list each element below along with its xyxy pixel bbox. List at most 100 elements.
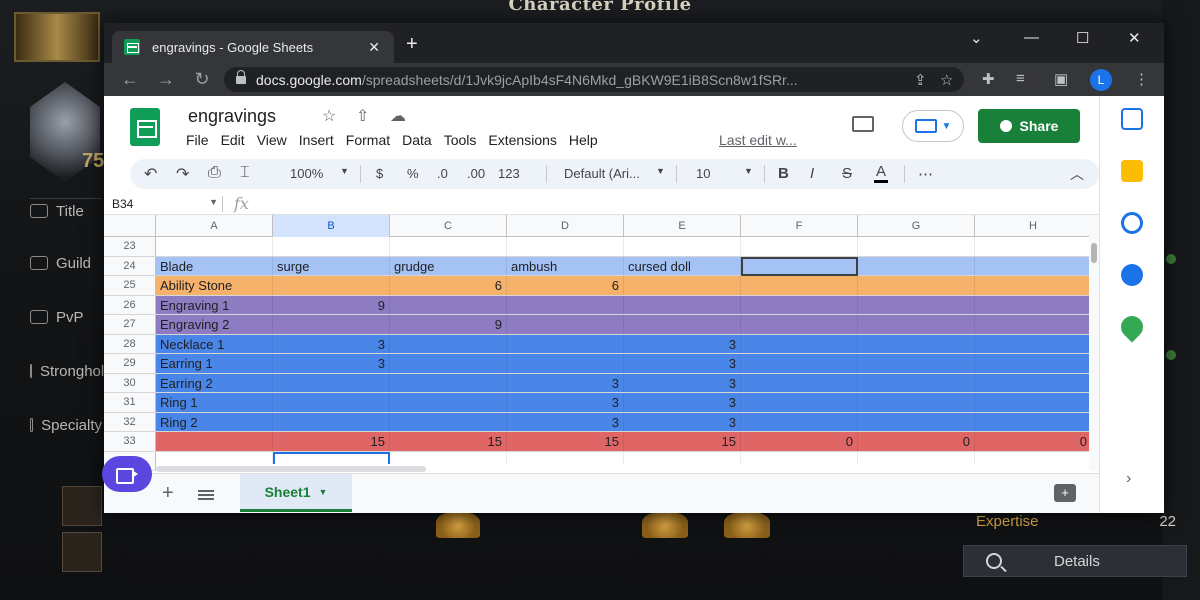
more-menu-icon[interactable]: ⋮ bbox=[1134, 70, 1149, 88]
game-slot[interactable] bbox=[62, 532, 102, 572]
star-icon[interactable]: ☆ bbox=[322, 106, 336, 126]
font-select[interactable]: Default (Ari... bbox=[564, 166, 640, 181]
cell[interactable] bbox=[975, 315, 1089, 334]
cell[interactable]: Engraving 2 bbox=[156, 315, 273, 334]
menu-extensions[interactable]: Extensions bbox=[488, 132, 556, 148]
column-header[interactable]: C bbox=[390, 215, 507, 237]
tasks-icon[interactable] bbox=[1121, 212, 1143, 234]
text-color-button[interactable]: A bbox=[874, 163, 889, 183]
cell[interactable]: 15 bbox=[390, 432, 507, 451]
menu-data[interactable]: Data bbox=[402, 132, 432, 148]
row-number[interactable]: 29 bbox=[104, 354, 156, 373]
reload-icon[interactable]: ↻ bbox=[192, 69, 212, 90]
minimize-icon[interactable]: — bbox=[1024, 29, 1039, 46]
column-header[interactable]: G bbox=[858, 215, 975, 237]
cell[interactable]: 0 bbox=[975, 432, 1089, 451]
comment-history-icon[interactable] bbox=[852, 116, 874, 132]
cell[interactable] bbox=[975, 373, 1089, 392]
cell[interactable]: 0 bbox=[858, 432, 975, 451]
cell[interactable]: 9 bbox=[390, 315, 507, 334]
cell[interactable] bbox=[507, 315, 624, 334]
row-number[interactable]: 31 bbox=[104, 393, 156, 412]
row-number[interactable]: 26 bbox=[104, 295, 156, 314]
keep-icon[interactable] bbox=[1121, 160, 1143, 182]
cell[interactable] bbox=[624, 315, 741, 334]
cell[interactable] bbox=[156, 237, 273, 256]
bookmark-star-icon[interactable]: ☆ bbox=[940, 71, 953, 89]
cell[interactable]: Ability Stone bbox=[156, 276, 273, 295]
cell[interactable] bbox=[975, 412, 1089, 431]
cell[interactable]: 6 bbox=[507, 276, 624, 295]
row-number[interactable]: 28 bbox=[104, 334, 156, 353]
cell[interactable] bbox=[975, 276, 1089, 295]
cell[interactable]: 15 bbox=[624, 432, 741, 451]
cell[interactable]: Blade bbox=[156, 256, 273, 275]
cell[interactable] bbox=[858, 354, 975, 373]
cell[interactable]: 6 bbox=[390, 276, 507, 295]
menu-edit[interactable]: Edit bbox=[221, 132, 245, 148]
cell[interactable] bbox=[390, 412, 507, 431]
cloud-status-icon[interactable]: ☁ bbox=[390, 106, 406, 126]
cell[interactable] bbox=[273, 315, 390, 334]
row-number[interactable]: 25 bbox=[104, 276, 156, 295]
scroll-thumb[interactable] bbox=[156, 466, 426, 472]
cell[interactable]: Ring 2 bbox=[156, 412, 273, 431]
cell[interactable] bbox=[390, 393, 507, 412]
cell[interactable]: Ring 1 bbox=[156, 393, 273, 412]
menu-view[interactable]: View bbox=[257, 132, 287, 148]
cell[interactable] bbox=[975, 334, 1089, 353]
cell[interactable]: 3 bbox=[624, 412, 741, 431]
calendar-icon[interactable] bbox=[1121, 108, 1143, 130]
undo-icon[interactable]: ↶ bbox=[144, 164, 157, 184]
cell[interactable] bbox=[858, 412, 975, 431]
menu-tools[interactable]: Tools bbox=[444, 132, 477, 148]
contacts-icon[interactable] bbox=[1121, 264, 1143, 286]
extensions-icon[interactable]: ✚ bbox=[982, 70, 995, 88]
add-sheet-button[interactable]: + bbox=[162, 482, 174, 505]
cell[interactable] bbox=[273, 393, 390, 412]
cell[interactable]: grudge bbox=[390, 256, 507, 275]
new-tab-button[interactable]: + bbox=[406, 33, 418, 56]
spreadsheet-grid[interactable]: A B C D E F G H 23 24 Blade surge grudge ambush cursed… bbox=[104, 215, 1089, 471]
scroll-thumb[interactable] bbox=[1091, 243, 1097, 263]
row-number[interactable]: 33 bbox=[104, 432, 156, 451]
italic-button[interactable]: I bbox=[810, 165, 814, 182]
cell[interactable]: ambush bbox=[507, 256, 624, 275]
game-side-item[interactable]: Title bbox=[30, 198, 102, 224]
number-format-button[interactable]: 123 bbox=[498, 166, 520, 181]
cell[interactable]: surge bbox=[273, 256, 390, 275]
cell[interactable] bbox=[858, 256, 975, 275]
row-number[interactable]: 30 bbox=[104, 373, 156, 392]
decrease-decimal-button[interactable]: .0 bbox=[437, 166, 448, 181]
menu-file[interactable]: File bbox=[186, 132, 209, 148]
forward-icon[interactable]: → bbox=[156, 69, 176, 90]
tab-search-icon[interactable]: ⌄ bbox=[970, 29, 983, 47]
bold-button[interactable]: B bbox=[778, 165, 789, 182]
cell[interactable] bbox=[390, 295, 507, 314]
vertical-scrollbar[interactable] bbox=[1089, 215, 1099, 471]
cell[interactable]: Earring 1 bbox=[156, 354, 273, 373]
cell[interactable] bbox=[741, 295, 858, 314]
move-folder-icon[interactable]: ⇧ bbox=[356, 106, 369, 126]
cell[interactable]: 3 bbox=[273, 334, 390, 353]
game-side-item[interactable]: PvP bbox=[30, 304, 102, 330]
cell[interactable] bbox=[390, 237, 507, 256]
cell[interactable] bbox=[741, 315, 858, 334]
details-button[interactable]: Details bbox=[963, 545, 1187, 577]
cell[interactable] bbox=[390, 334, 507, 353]
close-window-icon[interactable]: ✕ bbox=[1128, 29, 1141, 47]
cell[interactable] bbox=[624, 276, 741, 295]
cell[interactable]: 0 bbox=[741, 432, 858, 451]
cell[interactable] bbox=[507, 237, 624, 256]
cell[interactable] bbox=[858, 276, 975, 295]
cell[interactable]: 3 bbox=[507, 412, 624, 431]
row-number[interactable]: 32 bbox=[104, 412, 156, 431]
cell[interactable]: Necklace 1 bbox=[156, 334, 273, 353]
cell[interactable] bbox=[507, 354, 624, 373]
game-side-item[interactable]: Guild bbox=[30, 250, 102, 276]
cell[interactable] bbox=[741, 276, 858, 295]
cell[interactable]: 3 bbox=[507, 373, 624, 392]
currency-button[interactable]: $ bbox=[376, 166, 383, 181]
cell[interactable]: 3 bbox=[273, 354, 390, 373]
menu-insert[interactable]: Insert bbox=[299, 132, 334, 148]
